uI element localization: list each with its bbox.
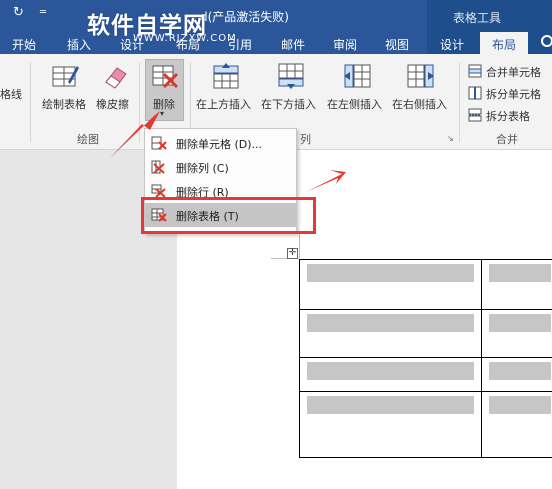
arrow-to-delete-button	[110, 111, 160, 158]
arrow-to-delete-table	[306, 170, 346, 192]
word-window: ↻ ═ d(产品激活失败) 表格工具 开始 插入 设计 布局 引用 邮件 审阅 …	[0, 0, 552, 489]
annotation-arrows	[110, 111, 346, 192]
